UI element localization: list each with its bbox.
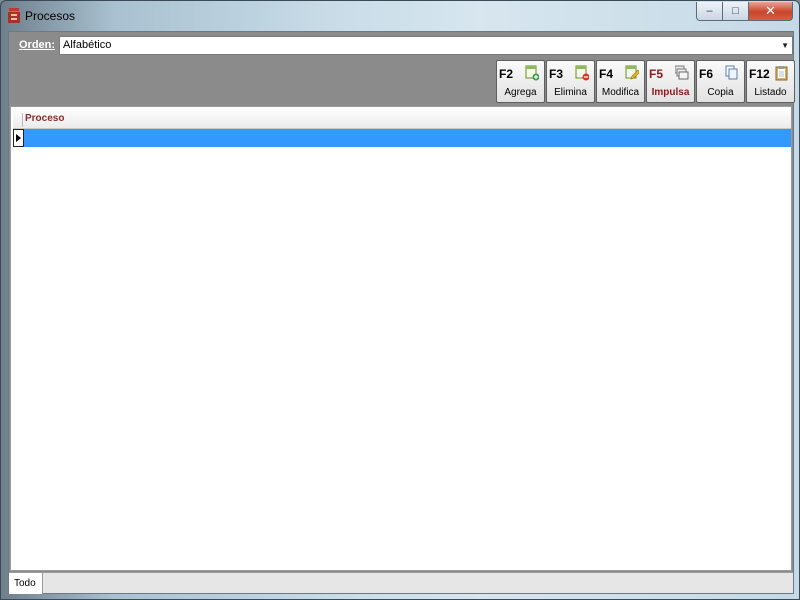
order-select[interactable]: Alfabético ▼	[59, 36, 793, 55]
client-area: Orden: Alfabético ▼ F2 Agrega F3 Elimina…	[8, 31, 795, 594]
toolbar: F2 Agrega F3 Elimina F4 Modifica F5 Impu…	[9, 58, 795, 104]
add-record-icon	[525, 65, 539, 81]
copy-button-key: F6	[699, 67, 714, 81]
row-pointer-icon	[13, 129, 24, 147]
copy-button-label: Copia	[707, 87, 734, 98]
maximize-button[interactable]: □	[723, 2, 749, 21]
order-select-value: Alfabético	[63, 39, 112, 51]
impulse-records-icon	[675, 65, 689, 80]
column-header-proceso[interactable]: Proceso	[22, 113, 64, 127]
list-button-key: F12	[749, 67, 770, 81]
delete-button[interactable]: F3 Elimina	[546, 60, 595, 103]
close-button[interactable]: ✕	[749, 2, 793, 21]
filter-tab-todo[interactable]: Todo	[9, 573, 43, 594]
impulse-button-key: F5	[649, 67, 664, 81]
process-grid[interactable]: Proceso	[10, 106, 792, 571]
app-icon	[8, 8, 20, 23]
table-row[interactable]	[13, 129, 791, 147]
add-button[interactable]: F2 Agrega	[496, 60, 545, 103]
impulse-button[interactable]: F5 Impulsa	[646, 60, 695, 103]
delete-button-label: Elimina	[554, 87, 587, 98]
edit-button[interactable]: F4 Modifica	[596, 60, 645, 103]
chevron-down-icon[interactable]: ▼	[781, 41, 789, 50]
copy-button[interactable]: F6 Copia	[696, 60, 745, 103]
delete-record-icon	[575, 65, 589, 81]
edit-record-icon	[625, 65, 639, 80]
window-title: Procesos	[25, 9, 76, 23]
list-button[interactable]: F12 Listado	[746, 60, 795, 103]
grid-header: Proceso	[13, 111, 791, 129]
impulse-button-label: Impulsa	[651, 87, 690, 98]
order-bar: Orden: Alfabético ▼	[9, 32, 793, 58]
status-bar: Todo	[9, 572, 793, 594]
edit-button-key: F4	[599, 67, 614, 81]
title-bar[interactable]: Procesos – □ ✕	[1, 1, 799, 31]
minimize-button[interactable]: –	[696, 2, 723, 21]
window-controls: – □ ✕	[696, 2, 793, 21]
copy-icon	[725, 65, 738, 80]
delete-button-key: F3	[549, 67, 564, 81]
clipboard-list-icon	[775, 66, 788, 81]
add-button-label: Agrega	[504, 87, 537, 98]
order-label: Orden:	[19, 39, 56, 51]
list-button-label: Listado	[754, 87, 787, 98]
edit-button-label: Modifica	[601, 87, 640, 98]
add-button-key: F2	[499, 67, 514, 81]
window: Procesos – □ ✕ Orden: Alfabético ▼ F2 Ag…	[0, 0, 800, 600]
